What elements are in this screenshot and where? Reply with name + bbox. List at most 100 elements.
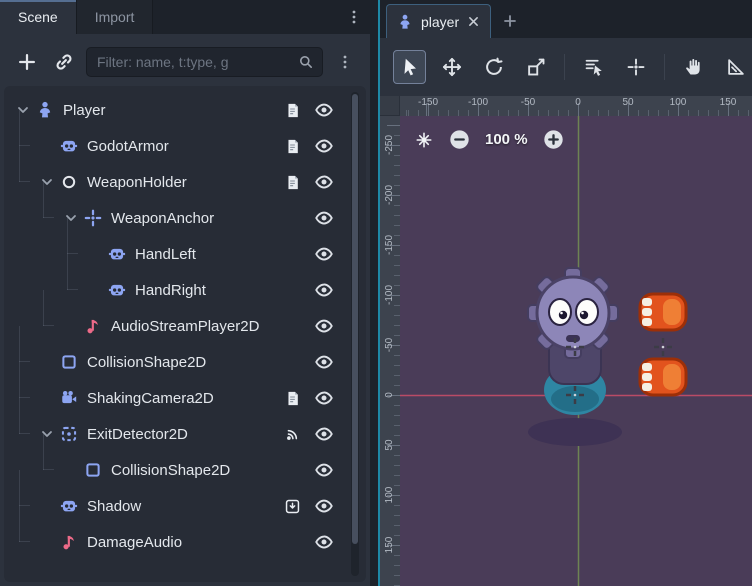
tree-node-weaponholder[interactable]: WeaponHolder	[4, 146, 366, 200]
h-ruler-label: 0	[575, 97, 581, 108]
ruler-tool-button[interactable]	[719, 50, 752, 84]
node-icon	[58, 171, 80, 193]
node-label: HandRight	[135, 281, 206, 299]
tree-menu-button[interactable]	[330, 47, 360, 77]
eye-icon	[315, 319, 333, 333]
pan-hand-icon	[685, 58, 700, 75]
tree-node-handright[interactable]: HandRight	[4, 254, 366, 308]
tree-node-shadow[interactable]: Shadow	[4, 470, 366, 524]
expand-arrow[interactable]	[14, 104, 32, 116]
visibility-toggle[interactable]	[314, 460, 334, 480]
zoom-in-button[interactable]	[543, 129, 564, 150]
horizontal-ruler[interactable]: -150 -100 -50 0 50 100 150	[400, 96, 752, 116]
v-ruler-label: 100	[383, 486, 395, 504]
toolbar-separator	[664, 54, 665, 80]
zoom-out-button[interactable]	[449, 129, 470, 150]
scale-icon	[527, 58, 544, 76]
script-badge[interactable]	[284, 390, 301, 407]
tree-node-exitdetector2d[interactable]: ExitDetector2D	[4, 398, 366, 452]
new-scene-tab-button[interactable]	[495, 4, 525, 38]
visibility-toggle[interactable]	[314, 208, 334, 228]
tree-node-godotarmor[interactable]: GodotArmor	[4, 110, 366, 164]
tree-node-audiostreamplayer2d[interactable]: AudioStreamPlayer2D	[4, 290, 366, 344]
script-icon	[288, 391, 298, 405]
visibility-toggle[interactable]	[314, 172, 334, 192]
tab-import-label: Import	[94, 9, 135, 25]
player-head-sprite	[527, 267, 619, 359]
tree-node-weaponanchor[interactable]: WeaponAnchor	[4, 182, 366, 236]
rotate-icon	[485, 57, 503, 75]
select-arrow-icon	[404, 58, 416, 76]
script-badge[interactable]	[284, 138, 301, 155]
tree-node-handleft[interactable]: HandLeft	[4, 218, 366, 272]
tree-node-damageaudio[interactable]: DamageAudio	[4, 506, 366, 560]
visibility-toggle[interactable]	[314, 136, 334, 156]
h-ruler-label: -100	[467, 97, 489, 108]
kebab-menu-icon	[352, 10, 356, 24]
visibility-toggle[interactable]	[314, 244, 334, 264]
snap-tool-button[interactable]	[619, 50, 652, 84]
visibility-toggle[interactable]	[314, 424, 334, 444]
signal-badge[interactable]	[284, 426, 301, 443]
h-ruler-label: -50	[520, 97, 536, 108]
expand-arrow[interactable]	[38, 176, 56, 188]
instance-scene-button[interactable]	[49, 47, 79, 77]
minus-icon	[450, 130, 469, 149]
pan-tool-button[interactable]	[677, 50, 710, 84]
scale-tool-button[interactable]	[519, 50, 552, 84]
eye-icon	[315, 139, 333, 153]
snap-icon	[627, 58, 644, 76]
scene-tab-player[interactable]: player	[386, 4, 492, 38]
select-tool-button[interactable]	[393, 50, 427, 84]
tab-scene-label: Scene	[18, 9, 58, 25]
move-tool-button[interactable]	[435, 50, 468, 84]
visibility-toggle[interactable]	[314, 280, 334, 300]
eye-icon	[315, 283, 333, 297]
eye-icon	[315, 391, 333, 405]
center-view-icon	[415, 131, 432, 148]
eye-icon	[315, 103, 333, 117]
visibility-toggle[interactable]	[314, 532, 334, 552]
tree-node-collisionshape2d-2[interactable]: CollisionShape2D	[4, 434, 366, 488]
visibility-toggle[interactable]	[314, 316, 334, 336]
collision-shape-2d-icon	[58, 351, 80, 373]
dock-menu-button[interactable]	[338, 0, 370, 34]
list-select-tool-button[interactable]	[577, 50, 610, 84]
close-tab-button[interactable]	[467, 15, 480, 28]
eye-icon	[315, 175, 333, 189]
visibility-toggle[interactable]	[314, 100, 334, 120]
dock-splitter[interactable]	[370, 0, 380, 586]
expand-arrow[interactable]	[62, 212, 80, 224]
list-select-icon	[585, 59, 602, 76]
tree-node-player[interactable]: Player	[4, 92, 366, 128]
tree-node-shakingcamera2d[interactable]: ShakingCamera2D	[4, 362, 366, 416]
script-badge[interactable]	[284, 102, 301, 119]
tab-scene[interactable]: Scene	[0, 0, 77, 34]
group-badge[interactable]	[284, 498, 301, 515]
visibility-toggle[interactable]	[314, 388, 334, 408]
visibility-toggle[interactable]	[314, 496, 334, 516]
filter-input[interactable]	[97, 54, 292, 70]
expand-arrow[interactable]	[38, 428, 56, 440]
node-label: ExitDetector2D	[87, 425, 188, 443]
h-ruler-label: -150	[417, 97, 439, 108]
eye-icon	[315, 499, 333, 513]
scene-dock: Scene Import Filter: name, t:type, g Pla…	[0, 0, 370, 586]
rotate-tool-button[interactable]	[477, 50, 510, 84]
character-body-2d-icon	[400, 14, 410, 29]
canvas-area[interactable]: 100 %	[400, 116, 752, 586]
vertical-ruler[interactable]: -250 -200 -150 -100 -50 0 50 100 150	[380, 116, 400, 586]
tab-import[interactable]: Import	[76, 0, 154, 34]
center-view-button[interactable]	[413, 129, 434, 150]
tree-node-collisionshape2d[interactable]: CollisionShape2D	[4, 326, 366, 380]
script-icon	[288, 139, 298, 153]
plus-icon	[19, 54, 35, 70]
audio-stream-player-2d-icon	[82, 315, 104, 337]
chevron-down-icon	[18, 107, 28, 113]
add-node-button[interactable]	[12, 47, 42, 77]
h-ruler-label: 100	[669, 97, 687, 108]
zoom-level[interactable]: 100 %	[485, 131, 528, 148]
script-badge[interactable]	[284, 174, 301, 191]
visibility-toggle[interactable]	[314, 352, 334, 372]
move-icon	[442, 57, 461, 77]
